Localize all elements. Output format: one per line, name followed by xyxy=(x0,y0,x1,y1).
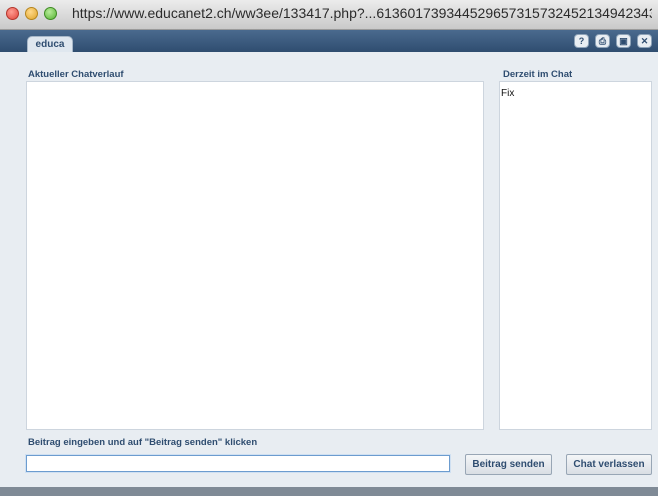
window-bottom-bar xyxy=(0,487,658,496)
window-minimize-icon[interactable] xyxy=(25,7,38,20)
app-header-bar: educa ? ⎙ ▣ ✕ xyxy=(0,30,658,52)
tab-educa[interactable]: educa xyxy=(27,36,73,52)
close-icon[interactable]: ✕ xyxy=(637,34,652,48)
compose-label: Beitrag eingeben und auf "Beitrag senden… xyxy=(28,437,258,448)
chat-history-panel[interactable] xyxy=(26,81,484,430)
address-url[interactable]: https://www.educanet2.ch/ww3ee/133417.ph… xyxy=(72,5,652,21)
window-zoom-icon[interactable] xyxy=(44,7,57,20)
users-in-chat-panel: Fix xyxy=(499,81,652,430)
user-list-item[interactable]: Fix xyxy=(500,82,651,99)
users-in-chat-label: Derzeit im Chat xyxy=(503,69,573,80)
leave-chat-button[interactable]: Chat verlassen xyxy=(566,454,652,475)
help-icon[interactable]: ? xyxy=(574,34,589,48)
print-icon[interactable]: ⎙ xyxy=(595,34,610,48)
send-message-button[interactable]: Beitrag senden xyxy=(465,454,552,475)
browser-titlebar: https://www.educanet2.ch/ww3ee/133417.ph… xyxy=(0,0,658,30)
message-input[interactable] xyxy=(25,454,451,473)
window-close-icon[interactable] xyxy=(6,7,19,20)
save-icon[interactable]: ▣ xyxy=(616,34,631,48)
chat-history-label: Aktueller Chatverlauf xyxy=(28,69,124,80)
